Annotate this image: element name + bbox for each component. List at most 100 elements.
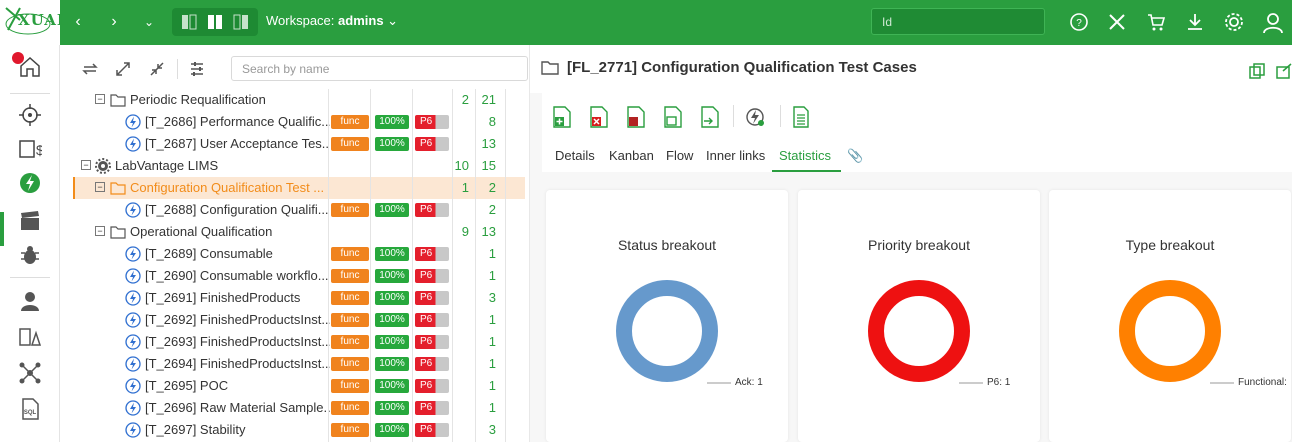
tree-row[interactable]: [T_2692] FinishedProductsInst... func 100%… — [73, 309, 525, 331]
gear-icon[interactable] — [1223, 11, 1245, 33]
delete-file-icon[interactable] — [589, 106, 609, 128]
help-icon[interactable]: ? — [1068, 11, 1090, 33]
detail-toolbar-panel — [542, 93, 1292, 172]
tree-row[interactable]: [T_2686] Performance Qualific... func 100%… — [73, 111, 525, 133]
file-move-icon[interactable] — [663, 106, 683, 128]
tree-row-label: [T_2692] FinishedProductsInst... — [145, 312, 330, 327]
tree-row[interactable]: − LabVantage LIMS 10 15 — [73, 155, 525, 177]
folder-icon — [110, 92, 126, 108]
tree-row[interactable]: [T_2689] Consumable func 100% P6 1 — [73, 243, 525, 265]
progress-badge: 100% — [375, 203, 409, 217]
back-icon[interactable]: ‹ — [68, 12, 88, 32]
tree-row[interactable]: [T_2697] Stability func 100% P6 3 — [73, 419, 525, 441]
clapperboard-icon[interactable] — [18, 209, 42, 233]
tree-row-label: Configuration Qualification Test ... — [130, 180, 325, 195]
priority-badge: P6 — [415, 137, 449, 151]
chevron-down-icon[interactable]: ⌄ — [139, 12, 159, 32]
donut-ring[interactable] — [868, 280, 970, 382]
file-import-icon[interactable] — [700, 106, 720, 128]
tests-icon[interactable] — [18, 171, 42, 195]
collapse-toggle-icon[interactable]: − — [95, 182, 105, 192]
tree-row[interactable]: [T_2687] User Acceptance Tes... func 100% P… — [73, 133, 525, 155]
layout-right-icon[interactable] — [232, 13, 250, 31]
priority-badge: P6 — [415, 423, 449, 437]
test-lightning-icon — [125, 268, 141, 284]
type-badge: func — [331, 357, 369, 371]
tree-row[interactable]: [T_2690] Consumable workflo... func 100% P6… — [73, 265, 525, 287]
attachment-icon[interactable]: 📎 — [847, 148, 863, 164]
target-icon[interactable] — [18, 103, 42, 127]
tree-row[interactable]: [T_2691] FinishedProducts func 100% P6 3 — [73, 287, 525, 309]
collapse-toggle-icon[interactable]: − — [95, 226, 105, 236]
file-stop-icon[interactable] — [626, 106, 646, 128]
selection-indicator — [73, 177, 75, 199]
layout-left-icon[interactable] — [180, 13, 198, 31]
tree-row[interactable]: − Periodic Requalification 2 21 — [73, 89, 525, 111]
folder-icon — [541, 61, 559, 75]
cart-icon[interactable] — [1145, 11, 1167, 33]
bug-icon[interactable] — [18, 243, 42, 267]
run-test-icon[interactable] — [745, 106, 765, 128]
count-primary: 2 — [461, 92, 469, 107]
priority-badge: P6 — [415, 203, 449, 217]
workspace-selector[interactable]: Workspace: admins ⌄ — [266, 13, 398, 29]
tree-row[interactable]: [T_2695] POC func 100% P6 1 — [73, 375, 525, 397]
test-lightning-icon — [125, 114, 141, 130]
export-icon[interactable] — [1276, 62, 1292, 80]
filter-sliders-icon[interactable] — [188, 60, 206, 78]
count-total: 13 — [481, 224, 496, 239]
notification-dot — [12, 52, 24, 64]
id-search-input[interactable]: Id — [871, 8, 1045, 35]
progress-badge: 100% — [375, 269, 409, 283]
tab-statistics[interactable]: Statistics — [779, 148, 831, 163]
layout-split-icon[interactable] — [206, 13, 224, 31]
donut-ring[interactable] — [616, 280, 718, 382]
tree-row[interactable]: − Configuration Qualification Test ... 1 2 — [73, 177, 525, 199]
collapse-toggle-icon[interactable]: − — [81, 160, 91, 170]
tree-column-line — [328, 89, 329, 442]
donut-ring[interactable] — [1119, 280, 1221, 382]
progress-badge: 100% — [375, 313, 409, 327]
tab-inner-links[interactable]: Inner links — [706, 148, 765, 163]
count-total: 2 — [488, 202, 496, 217]
add-file-icon[interactable] — [552, 106, 572, 128]
priority-badge: P6 — [415, 291, 449, 305]
sync-icon[interactable] — [81, 60, 99, 78]
download-icon[interactable] — [1184, 11, 1206, 33]
tab-details[interactable]: Details — [555, 148, 595, 163]
donut-legend-label: P6: 1 — [987, 377, 1011, 388]
sql-icon[interactable]: SQL — [18, 397, 42, 421]
tree-search-input[interactable]: Search by name — [231, 56, 528, 81]
donut-legend-label: Functional: — [1238, 377, 1287, 388]
type-badge: func — [331, 423, 369, 437]
logo[interactable]: XUAL — [0, 0, 67, 45]
tab-kanban[interactable]: Kanban — [609, 148, 654, 163]
type-badge: func — [331, 291, 369, 305]
tree-row[interactable]: [T_2688] Configuration Qualifi... func 100… — [73, 199, 525, 221]
copy-icon[interactable] — [1248, 62, 1266, 80]
requirements-cost-icon[interactable]: $ — [18, 137, 42, 161]
test-lightning-icon — [125, 312, 141, 328]
user-avatar-icon[interactable] — [1261, 11, 1285, 35]
shapes-icon[interactable] — [18, 325, 42, 349]
document-icon[interactable] — [791, 106, 811, 128]
collapse-icon[interactable] — [148, 60, 166, 78]
tab-flow[interactable]: Flow — [666, 148, 693, 163]
collapse-toggle-icon[interactable]: − — [95, 94, 105, 104]
test-tree: − Periodic Requalification 2 21 [T_2686] Per… — [73, 89, 525, 442]
stat-card: Type breakout Functional: — [1049, 190, 1291, 442]
tree-row-label: Operational Qualification — [130, 224, 273, 239]
count-total: 13 — [481, 136, 496, 151]
expand-icon[interactable] — [114, 60, 132, 78]
folder-icon — [110, 180, 126, 196]
tree-row[interactable]: − Operational Qualification 9 13 — [73, 221, 525, 243]
forward-icon[interactable]: › — [104, 12, 124, 32]
count-primary: 9 — [461, 224, 469, 239]
user-icon[interactable] — [18, 289, 42, 313]
tree-row[interactable]: [T_2693] FinishedProductsInst... func 100%… — [73, 331, 525, 353]
tools-icon[interactable] — [1106, 11, 1128, 33]
tree-row[interactable]: [T_2696] Raw Material Sample... func 100% P… — [73, 397, 525, 419]
network-icon[interactable] — [18, 361, 42, 385]
workspace-chevron-icon: ⌄ — [383, 13, 399, 28]
tree-row[interactable]: [T_2694] FinishedProductsInst... func 100%… — [73, 353, 525, 375]
